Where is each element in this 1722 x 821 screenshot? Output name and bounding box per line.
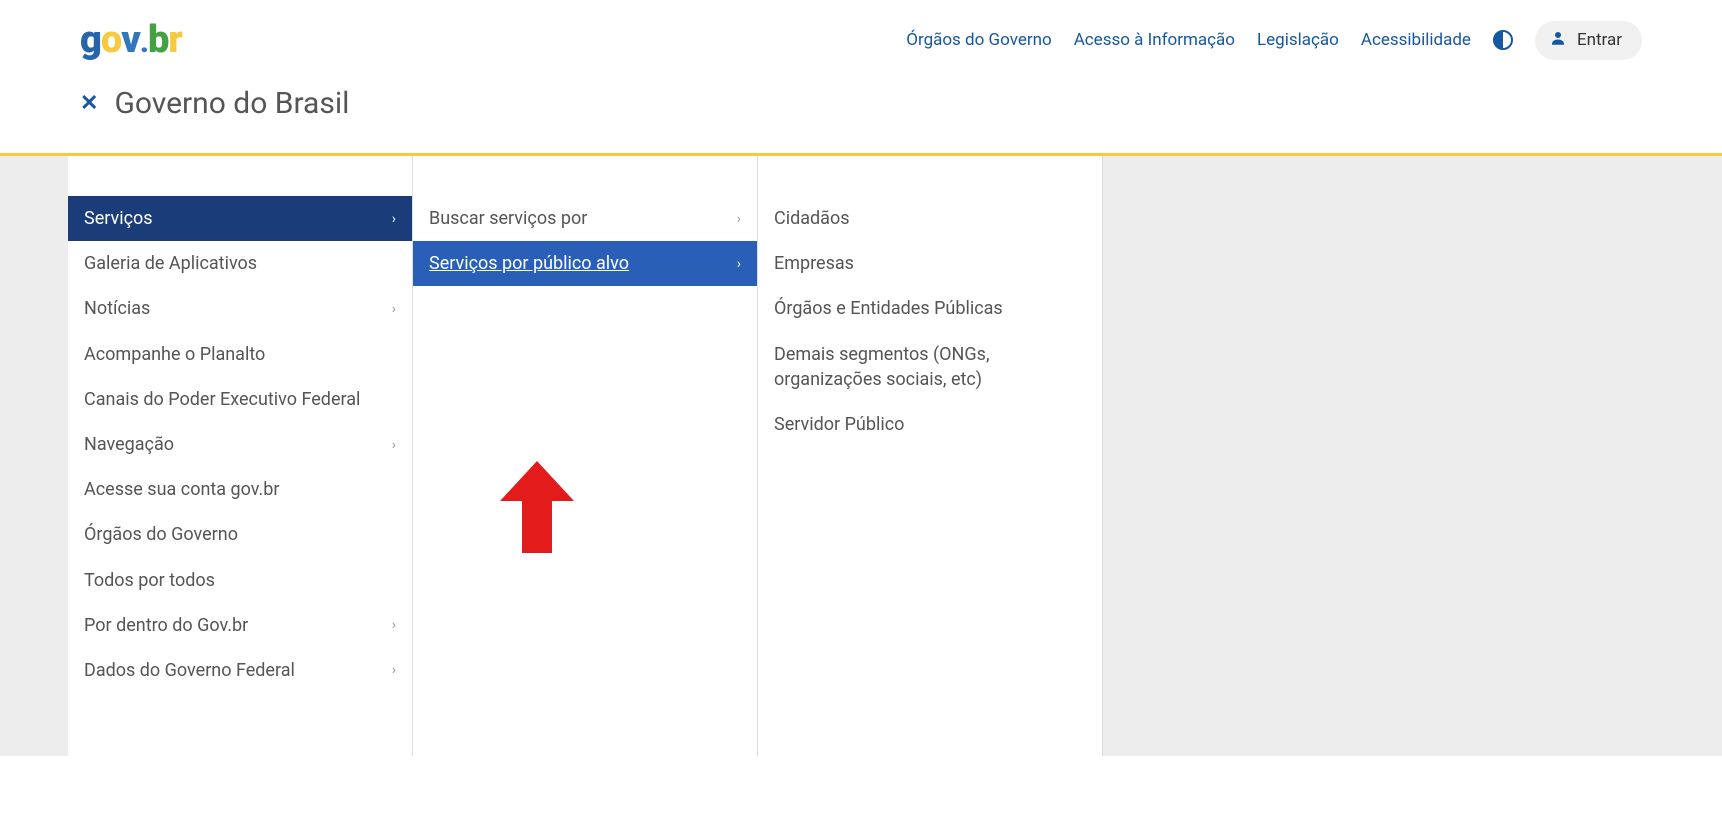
menu-item-label: Serviços	[84, 206, 392, 231]
chevron-right-icon: ›	[392, 301, 396, 317]
menu-item-label: Empresas	[774, 251, 1086, 276]
menu-item[interactable]: Servidor Público	[758, 402, 1102, 447]
menu-item[interactable]: Notícias›	[68, 286, 412, 331]
header: gov.br Órgãos do Governo Acesso à Inform…	[0, 0, 1722, 80]
nav-legislacao[interactable]: Legislação	[1257, 30, 1339, 50]
login-button[interactable]: Entrar	[1535, 21, 1642, 60]
menu-item-label: Órgãos e Entidades Públicas	[774, 296, 1086, 321]
menu-item-label: Por dentro do Gov.br	[84, 613, 392, 638]
nav-acesso-informacao[interactable]: Acesso à Informação	[1074, 30, 1235, 50]
menu-item-label: Servidor Público	[774, 412, 1086, 437]
annotation-arrow-icon	[500, 461, 574, 553]
chevron-right-icon: ›	[392, 211, 396, 227]
breadcrumb: ✕ Governo do Brasil	[0, 80, 1722, 153]
menu-item-label: Dados do Governo Federal	[84, 658, 392, 683]
menu-item[interactable]: Órgãos e Entidades Públicas	[758, 286, 1102, 331]
menu-item[interactable]: Buscar serviços por›	[413, 196, 757, 241]
menu-item-label: Cidadãos	[774, 206, 1086, 231]
login-label: Entrar	[1577, 30, 1622, 50]
menu-item-label: Todos por todos	[84, 568, 396, 593]
menu-item[interactable]: Empresas	[758, 241, 1102, 286]
menu-item-label: Canais do Poder Executivo Federal	[84, 387, 396, 412]
menu-item[interactable]: Canais do Poder Executivo Federal	[68, 377, 412, 422]
chevron-right-icon: ›	[392, 437, 396, 453]
menu-item[interactable]: Por dentro do Gov.br›	[68, 603, 412, 648]
nav-orgaos-governo[interactable]: Órgãos do Governo	[906, 30, 1051, 50]
menu-item[interactable]: Demais segmentos (ONGs, organizações soc…	[758, 332, 1102, 402]
menu-fill-area	[1103, 156, 1722, 756]
menu-item[interactable]: Acesse sua conta gov.br	[68, 467, 412, 512]
menu-column-2: Buscar serviços por›Serviços por público…	[413, 156, 758, 756]
chevron-right-icon: ›	[737, 256, 741, 272]
menu-item[interactable]: Órgãos do Governo	[68, 512, 412, 557]
menu-column-3: Cidadãos Empresas Órgãos e Entidades Públi…	[758, 156, 1103, 756]
nav-acessibilidade[interactable]: Acessibilidade	[1361, 30, 1471, 50]
header-nav: Órgãos do Governo Acesso à Informação Le…	[906, 21, 1642, 60]
menu-column-1: Serviços›Galeria de AplicativosNotícias›…	[68, 156, 413, 756]
menu-item-label: Acesse sua conta gov.br	[84, 477, 396, 502]
contrast-toggle-icon[interactable]	[1493, 30, 1513, 50]
menu-item[interactable]: Navegação›	[68, 422, 412, 467]
menu-item-label: Serviços por público alvo	[429, 251, 737, 276]
chevron-right-icon: ›	[392, 662, 396, 678]
chevron-right-icon: ›	[392, 617, 396, 633]
menu-item[interactable]: Acompanhe o Planalto	[68, 332, 412, 377]
menu-item[interactable]: Serviços por público alvo›	[413, 241, 757, 286]
menu-item-label: Galeria de Aplicativos	[84, 251, 396, 276]
menu-item-label: Navegação	[84, 432, 392, 457]
chevron-right-icon: ›	[737, 211, 741, 227]
menu-item[interactable]: Dados do Governo Federal›	[68, 648, 412, 693]
menu-item-label: Buscar serviços por	[429, 206, 737, 231]
user-icon	[1549, 29, 1567, 52]
close-icon[interactable]: ✕	[80, 91, 98, 116]
mega-menu: Serviços›Galeria de AplicativosNotícias›…	[0, 156, 1722, 756]
page-title: Governo do Brasil	[114, 86, 349, 121]
menu-item[interactable]: Cidadãos	[758, 196, 1102, 241]
menu-item[interactable]: Galeria de Aplicativos	[68, 241, 412, 286]
govbr-logo[interactable]: gov.br	[80, 18, 182, 62]
menu-item[interactable]: Serviços›	[68, 196, 412, 241]
menu-item[interactable]: Todos por todos	[68, 558, 412, 603]
menu-item-label: Acompanhe o Planalto	[84, 342, 396, 367]
menu-item-label: Notícias	[84, 296, 392, 321]
menu-item-label: Demais segmentos (ONGs, organizações soc…	[774, 342, 1086, 392]
menu-item-label: Órgãos do Governo	[84, 522, 396, 547]
